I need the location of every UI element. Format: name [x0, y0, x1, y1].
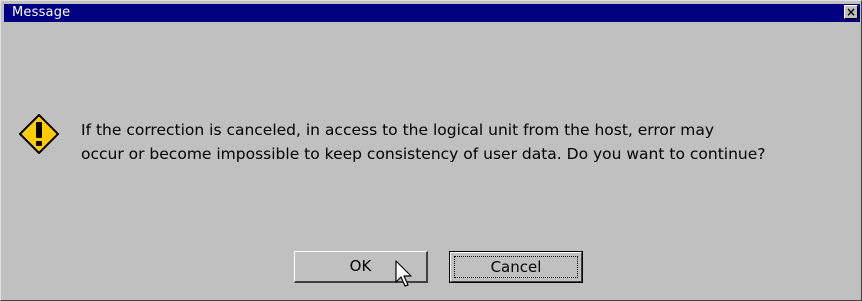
window-title: Message [12, 5, 71, 20]
cancel-button-label: Cancel [490, 258, 542, 276]
warning-icon [19, 114, 59, 154]
message-dialog: Message × If the correction is canceled,… [0, 0, 862, 301]
message-text: If the correction is canceled, in access… [81, 118, 851, 166]
mouse-pointer-icon [395, 260, 412, 287]
ok-button-label: OK [349, 257, 372, 275]
message-line-2: occur or become impossible to keep consi… [81, 145, 766, 163]
message-line-1: If the correction is canceled, in access… [81, 121, 714, 139]
close-button[interactable]: × [844, 5, 858, 19]
cancel-button[interactable]: Cancel [449, 251, 583, 283]
title-bar[interactable]: Message × [4, 4, 860, 22]
close-icon: × [845, 5, 857, 19]
